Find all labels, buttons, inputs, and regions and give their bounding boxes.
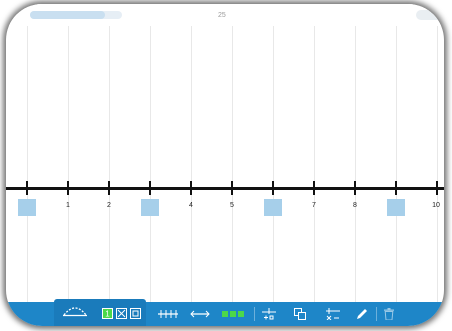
tick-mark (231, 181, 233, 195)
add-tick-icon[interactable] (262, 308, 276, 320)
box-icon[interactable] (130, 307, 141, 319)
tick-label: 2 (107, 202, 111, 209)
gridline (355, 26, 356, 304)
app-screen: 25 1 2 4 5 7 8 10 1 (6, 4, 444, 326)
one-box-label: 1 (105, 309, 110, 318)
number-line-axis (6, 187, 444, 190)
gridline (396, 26, 397, 304)
tick-mark (190, 181, 192, 195)
tick-mark (395, 181, 397, 195)
copy-icon[interactable] (294, 308, 306, 320)
tick-label: 5 (230, 202, 234, 209)
position-marker[interactable] (18, 199, 36, 216)
gridline (314, 26, 315, 304)
top-bar: 25 (6, 4, 444, 26)
tick-label: 1 (66, 202, 70, 209)
stretch-icon[interactable] (190, 308, 210, 320)
tick-mark (67, 181, 69, 195)
tick-label: 8 (353, 202, 357, 209)
position-marker[interactable] (141, 199, 159, 216)
tick-label: 10 (432, 202, 440, 209)
gridline (150, 26, 151, 304)
progress-bar (30, 11, 122, 19)
position-marker[interactable] (264, 199, 282, 216)
tick-marks-icon[interactable] (158, 308, 178, 320)
pencil-icon[interactable] (356, 308, 368, 320)
tick-mark (354, 181, 356, 195)
top-right-control[interactable] (416, 10, 444, 20)
number-line-workspace[interactable]: 1 2 4 5 7 8 10 (6, 26, 444, 304)
gridline (27, 26, 28, 304)
hop-tool-group: 1 (54, 299, 146, 326)
tick-mark (272, 181, 274, 195)
bottom-toolbar: 1 (6, 299, 444, 326)
position-marker[interactable] (387, 199, 405, 216)
toolbar-divider (254, 307, 255, 321)
tick-label: 7 (312, 202, 316, 209)
tick-mark (26, 181, 28, 195)
toolbar-divider (376, 307, 377, 321)
gridline (232, 26, 233, 304)
tick-mark (149, 181, 151, 195)
curved-hop-icon[interactable] (62, 304, 88, 317)
show-one-icon[interactable]: 1 (102, 307, 113, 319)
progress-fill (30, 11, 106, 19)
gridline (109, 26, 110, 304)
gridline (273, 26, 274, 304)
gridline (68, 26, 69, 304)
tick-mark (108, 181, 110, 195)
trash-icon[interactable] (384, 308, 394, 320)
operations-icon[interactable] (326, 308, 340, 320)
green-blocks-icon[interactable] (222, 308, 244, 320)
gridline (437, 26, 438, 304)
tick-mark (313, 181, 315, 195)
gridline (191, 26, 192, 304)
top-value: 25 (218, 12, 226, 19)
tick-mark (436, 181, 438, 195)
tick-label: 4 (189, 202, 193, 209)
hide-icon[interactable] (116, 307, 127, 319)
